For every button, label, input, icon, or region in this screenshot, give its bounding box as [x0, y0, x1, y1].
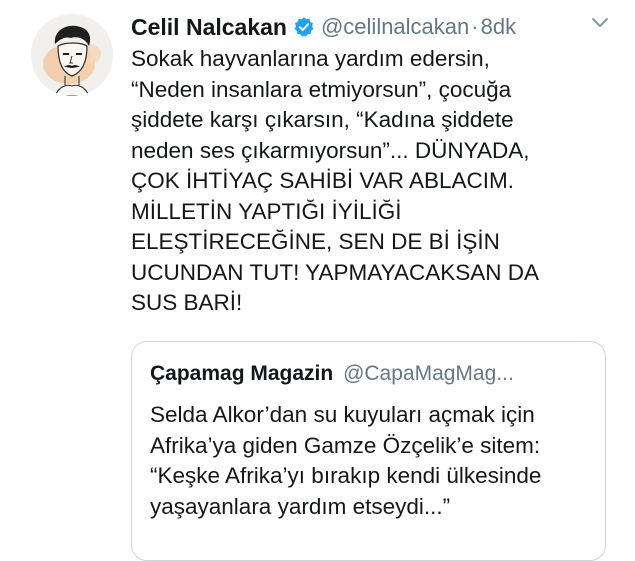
verified-badge-icon — [293, 16, 315, 38]
chevron-down-icon[interactable] — [590, 16, 610, 30]
quoted-handle: @CapaMagMag... — [343, 362, 514, 385]
handle[interactable]: @celilnalcakan — [321, 14, 469, 40]
display-name[interactable]: Celil Nalcakan — [131, 14, 287, 41]
quoted-tweet-text: Selda Alkor’dan su kuyuları açmak için A… — [150, 402, 542, 519]
separator-dot: · — [471, 14, 479, 39]
avatar-illustration — [31, 14, 113, 96]
tweet-text: Sokak hayvanlarına yardım edersin, “Nede… — [131, 46, 539, 315]
avatar[interactable] — [31, 14, 113, 96]
quoted-tweet-card[interactable]: Çapamag Magazin @CapaMagMag... Selda Alk… — [131, 341, 606, 561]
quoted-tweet-header: Çapamag Magazin @CapaMagMag... — [150, 362, 514, 386]
tweet: Celil Nalcakan @celilnalcakan · 8dk Soka… — [0, 0, 635, 561]
quoted-display-name: Çapamag Magazin — [150, 362, 334, 385]
tweet-header: Celil Nalcakan @celilnalcakan · 8dk — [131, 12, 516, 42]
timestamp[interactable]: 8dk — [481, 14, 516, 40]
